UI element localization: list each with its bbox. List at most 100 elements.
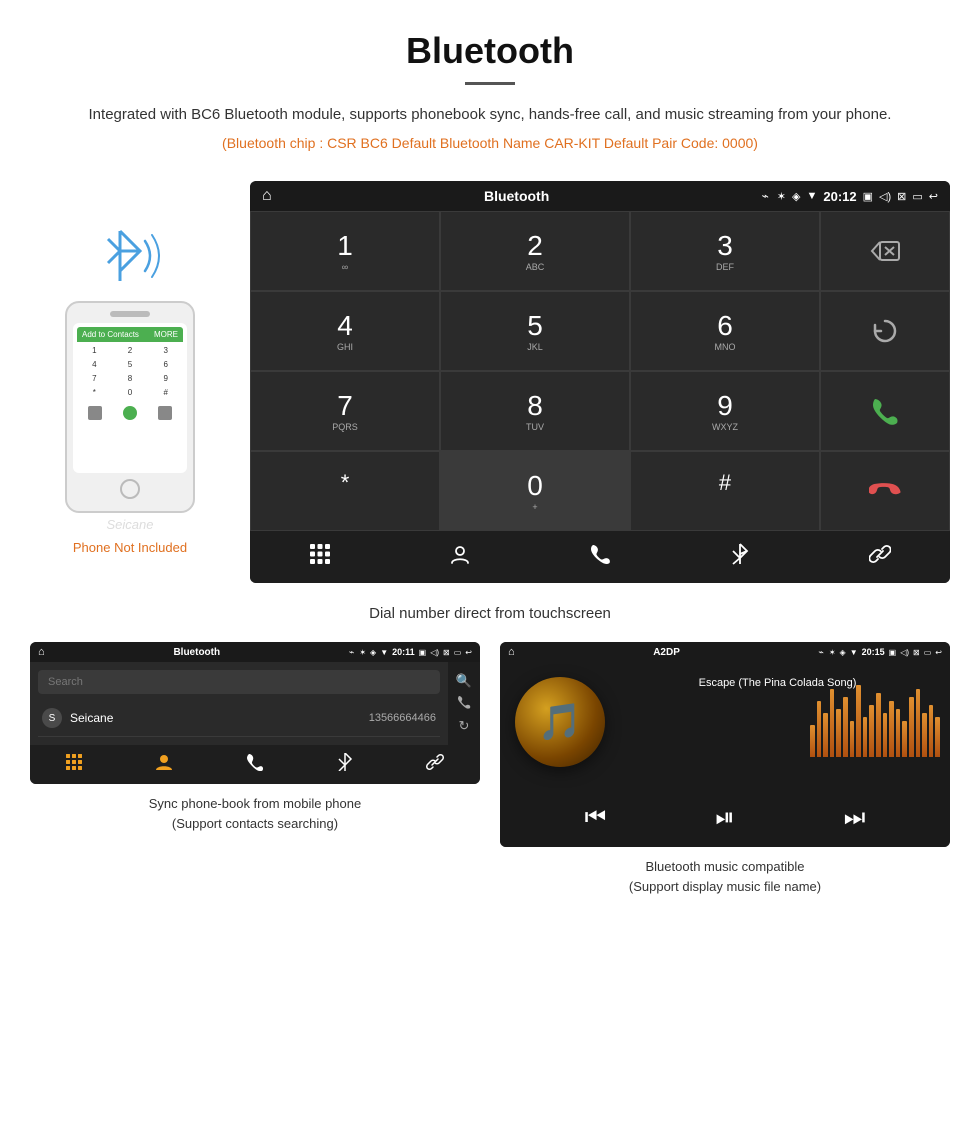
pb-content-wrapper: Search S Seicane 13566664466 🔍 ↻ [30, 662, 480, 745]
refresh-button[interactable] [820, 291, 950, 371]
bottom-dialpad-icon[interactable] [309, 543, 331, 571]
eq-bar-18 [922, 713, 927, 757]
phone-dial-2[interactable]: 2 [113, 344, 148, 357]
pb-close-icon[interactable]: ⊠ [443, 648, 450, 657]
phone-more-label: MORE [154, 330, 178, 339]
refresh-icon[interactable]: ↻ [459, 718, 470, 734]
phone-screen: Add to Contacts MORE 1 2 3 4 5 6 7 8 9 *… [73, 323, 187, 473]
phone-dial-4[interactable]: 4 [77, 358, 112, 371]
dial-key-8[interactable]: 8 TUV [440, 371, 630, 451]
music-screen-wrap: ⌂ A2DP ⌁ ✶ ◈ ▼ 20:15 ▣ ◁) ⊠ ▭ ↩ [500, 642, 950, 901]
dialpad-row-3: 7 PQRS 8 TUV 9 WXYZ [250, 371, 820, 451]
statusbar-close-icon[interactable]: ⊠ [897, 190, 906, 203]
call-icon[interactable] [457, 695, 471, 712]
dial-key-4[interactable]: 4 GHI [250, 291, 440, 371]
pb-bottom-bluetooth-icon[interactable] [337, 753, 353, 776]
dialpad-row-1: 1 ∞ 2 ABC 3 DEF [250, 211, 820, 291]
pb-bottom-bar [30, 745, 480, 784]
play-pause-button[interactable]: ⏯ [715, 804, 734, 832]
dial-key-star[interactable]: * [250, 451, 440, 531]
phone-dial-6[interactable]: 6 [148, 358, 183, 371]
pb-bottom-dialpad-icon[interactable] [66, 754, 82, 775]
pb-usb-icon: ⌁ [349, 647, 354, 658]
phone-call-icon[interactable] [123, 406, 137, 420]
phone-dial-hash[interactable]: # [148, 386, 183, 399]
dial-key-2[interactable]: 2 ABC [440, 211, 630, 291]
music-controls: ⏮ ⏯ ⏭ [500, 789, 950, 847]
prev-button[interactable]: ⏮ [585, 804, 607, 832]
eq-bar-13 [889, 701, 894, 757]
dial-key-0[interactable]: 0 + [440, 451, 630, 531]
next-button[interactable]: ⏭ [844, 804, 866, 832]
bottom-contacts-icon[interactable] [449, 543, 471, 571]
phone-device: Add to Contacts MORE 1 2 3 4 5 6 7 8 9 *… [65, 301, 195, 513]
music-caption: Bluetooth music compatible (Support disp… [500, 847, 950, 901]
bottom-phone-icon[interactable] [589, 543, 611, 571]
dial-key-7[interactable]: 7 PQRS [250, 371, 440, 451]
dialpad-container: 1 ∞ 2 ABC 3 DEF 4 GHI [250, 211, 950, 531]
music-caption-line1: Bluetooth music compatible [646, 859, 805, 874]
phone-bottom-bar [77, 403, 183, 423]
pb-window-icon: ▭ [454, 648, 462, 657]
phone-dialpad: 1 2 3 4 5 6 7 8 9 * 0 # [77, 344, 183, 399]
pb-home-icon[interactable]: ⌂ [38, 646, 45, 658]
end-call-button[interactable] [820, 451, 950, 531]
music-camera-icon: ▣ [889, 648, 897, 657]
pb-bottom-contacts-active-icon[interactable] [155, 753, 173, 776]
dial-key-5[interactable]: 5 JKL [440, 291, 630, 371]
phonebook-caption-line2: (Support contacts searching) [172, 816, 338, 831]
search-placeholder: Search [48, 676, 83, 688]
music-note-icon: 🎵 [538, 701, 583, 743]
music-statusbar: ⌂ A2DP ⌁ ✶ ◈ ▼ 20:15 ▣ ◁) ⊠ ▭ ↩ [500, 642, 950, 662]
phone-dial-5[interactable]: 5 [113, 358, 148, 371]
main-screen-caption: Dial number direct from touchscreen [0, 593, 980, 642]
phone-bottom-icon-1[interactable] [88, 406, 102, 420]
phone-dial-3[interactable]: 3 [148, 344, 183, 357]
bottom-bluetooth-icon[interactable] [729, 543, 751, 571]
dial-key-3[interactable]: 3 DEF [630, 211, 820, 291]
statusbar-window-icon: ▭ [912, 190, 922, 203]
search-bar[interactable]: Search [38, 670, 440, 694]
call-button[interactable] [820, 371, 950, 451]
pb-back-icon[interactable]: ↩ [465, 648, 472, 657]
phone-dial-star[interactable]: * [77, 386, 112, 399]
music-back-icon[interactable]: ↩ [935, 648, 942, 657]
pb-bottom-link-icon[interactable] [426, 753, 444, 776]
contact-row[interactable]: S Seicane 13566664466 [38, 700, 440, 737]
dial-key-1[interactable]: 1 ∞ [250, 211, 440, 291]
dial-key-hash[interactable]: # [630, 451, 820, 531]
music-volume-icon: ◁) [900, 648, 909, 657]
phone-dial-8[interactable]: 8 [113, 372, 148, 385]
screen-bottom-bar [250, 531, 950, 583]
eq-bar-2 [817, 701, 822, 757]
pb-location-icon: ◈ [370, 648, 376, 657]
statusbar-title: Bluetooth [280, 188, 754, 204]
search-icon[interactable]: 🔍 [456, 673, 472, 689]
bottom-link-icon[interactable] [869, 543, 891, 571]
music-home-icon[interactable]: ⌂ [508, 646, 515, 658]
phone-home-button[interactable] [120, 479, 140, 499]
music-close-icon[interactable]: ⊠ [913, 648, 920, 657]
phone-bottom-icon-2[interactable] [158, 406, 172, 420]
eq-bar-9 [863, 717, 868, 757]
pb-volume-icon: ◁) [430, 648, 439, 657]
phone-speaker [110, 311, 150, 317]
statusbar-home-icon[interactable]: ⌂ [262, 187, 272, 205]
backspace-button[interactable] [820, 211, 950, 291]
dial-key-9[interactable]: 9 WXYZ [630, 371, 820, 451]
phone-add-contact-label: Add to Contacts [82, 330, 139, 339]
statusbar-back-icon[interactable]: ↩ [929, 190, 938, 203]
phone-dial-0[interactable]: 0 [113, 386, 148, 399]
pb-bottom-phone-icon[interactable] [246, 753, 264, 776]
music-caption-line2: (Support display music file name) [629, 879, 821, 894]
phone-dial-7[interactable]: 7 [77, 372, 112, 385]
eq-bar-5 [836, 709, 841, 757]
statusbar-volume-icon: ◁) [879, 190, 891, 203]
phone-dial-9[interactable]: 9 [148, 372, 183, 385]
phonebook-statusbar: ⌂ Bluetooth ⌁ ✶ ◈ ▼ 20:11 ▣ ◁) ⊠ ▭ ↩ [30, 642, 480, 662]
phone-side: Add to Contacts MORE 1 2 3 4 5 6 7 8 9 *… [30, 181, 230, 555]
eq-bar-10 [869, 705, 874, 757]
phone-dial-1[interactable]: 1 [77, 344, 112, 357]
eq-bar-12 [883, 713, 888, 757]
dial-key-6[interactable]: 6 MNO [630, 291, 820, 371]
